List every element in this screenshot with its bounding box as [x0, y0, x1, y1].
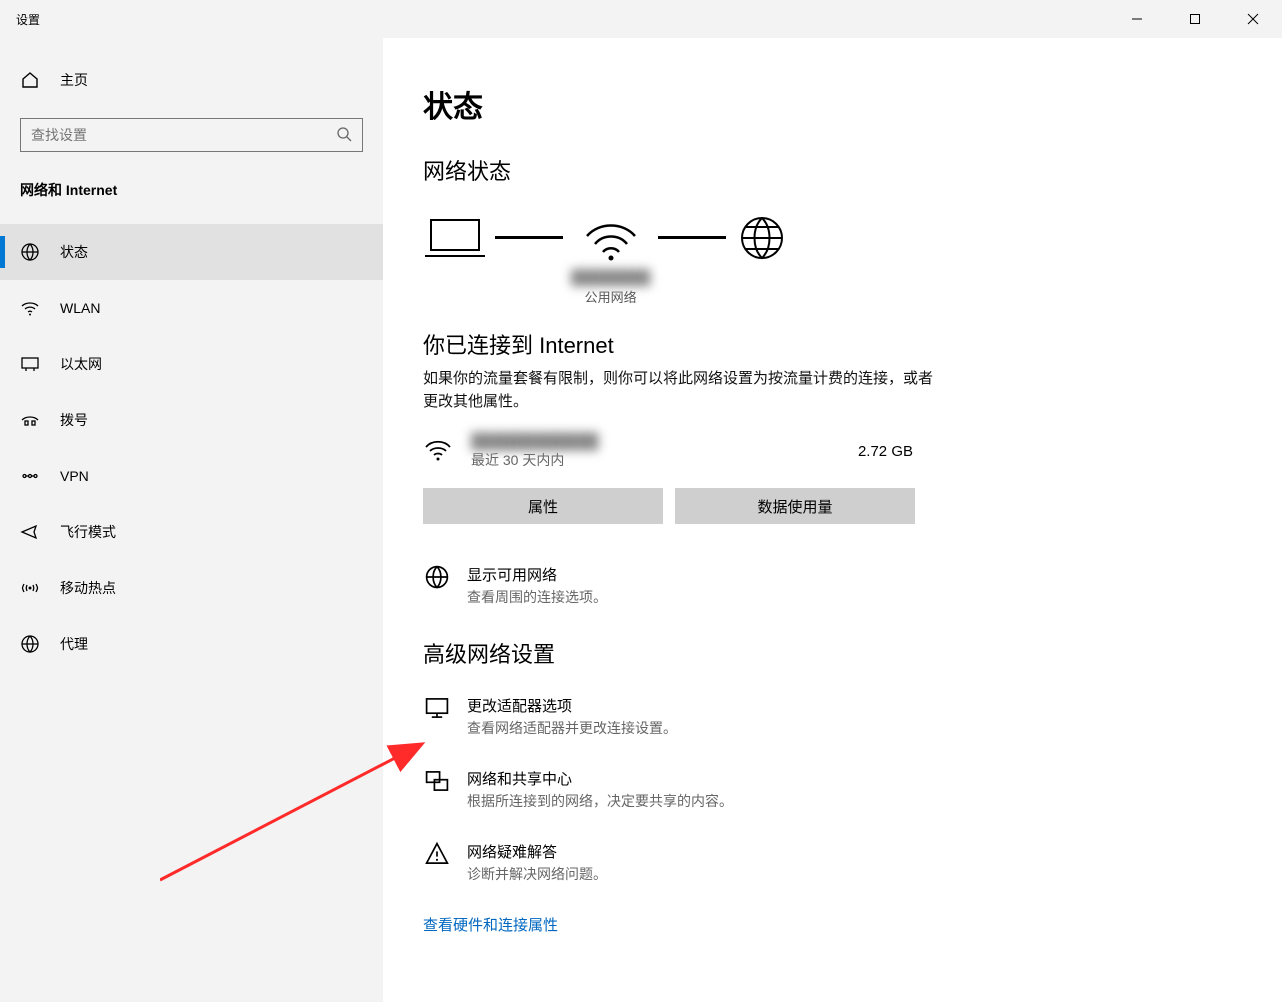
titlebar: 设置 [0, 0, 1282, 38]
sidebar-item-proxy[interactable]: 代理 [0, 616, 383, 672]
wifi-icon [20, 298, 40, 318]
sidebar-item-label: 飞行模式 [60, 522, 116, 542]
close-button[interactable] [1224, 0, 1282, 38]
sidebar-item-label: VPN [60, 468, 89, 484]
airplane-icon [20, 522, 40, 542]
link-title: 网络和共享中心 [467, 768, 733, 789]
show-networks-link[interactable]: 显示可用网络 查看周围的连接选项。 [423, 564, 1242, 607]
monitor-icon [423, 695, 451, 721]
wifi-icon [423, 435, 453, 468]
link-desc: 诊断并解决网络问题。 [467, 864, 607, 884]
usage-period: 最近 30 天内内 [471, 450, 599, 470]
sidebar: 主页 网络和 Internet 状态 WLAN [0, 38, 383, 1002]
proxy-icon [20, 634, 40, 654]
link-desc: 查看网络适配器并更改连接设置。 [467, 718, 677, 738]
troubleshoot-link[interactable]: 网络疑难解答 诊断并解决网络问题。 [423, 841, 1242, 884]
sidebar-item-hotspot[interactable]: 移动热点 [0, 560, 383, 616]
page-title: 状态 [423, 82, 1242, 126]
sidebar-item-ethernet[interactable]: 以太网 [0, 336, 383, 392]
adapter-options-link[interactable]: 更改适配器选项 查看网络适配器并更改连接设置。 [423, 695, 1242, 738]
content: 状态 网络状态 ████████ 公用网络 [383, 38, 1282, 1002]
sidebar-item-dialup[interactable]: 拨号 [0, 392, 383, 448]
window-title: 设置 [16, 11, 40, 28]
diagram-line [658, 236, 726, 239]
sidebar-item-label: WLAN [60, 300, 100, 316]
sidebar-item-airplane[interactable]: 飞行模式 [0, 504, 383, 560]
home-button[interactable]: 主页 [0, 56, 383, 104]
network-diagram: ████████ 公用网络 [423, 214, 1242, 306]
link-desc: 查看周围的连接选项。 [467, 587, 607, 607]
search-input[interactable] [31, 127, 336, 143]
sharing-center-link[interactable]: 网络和共享中心 根据所连接到的网络，决定要共享的内容。 [423, 768, 1242, 811]
link-title: 网络疑难解答 [467, 841, 607, 862]
globe-icon [20, 242, 40, 262]
dialup-icon [20, 410, 40, 430]
search-icon [336, 126, 352, 145]
sharing-icon [423, 768, 451, 794]
connection-info: ████████████ 最近 30 天内内 2.72 GB [423, 433, 923, 470]
internet-node [734, 214, 790, 262]
sidebar-item-status[interactable]: 状态 [0, 224, 383, 280]
sidebar-item-label: 移动热点 [60, 578, 116, 598]
data-used: 2.72 GB [858, 443, 913, 460]
window-controls [1108, 0, 1282, 38]
search-box[interactable] [20, 118, 363, 152]
globe-icon [423, 564, 451, 590]
minimize-button[interactable] [1108, 0, 1166, 38]
network-name-blurred: ████████ [571, 269, 650, 285]
device-node [423, 214, 487, 262]
sidebar-item-label: 拨号 [60, 410, 88, 430]
properties-button[interactable]: 属性 [423, 488, 663, 524]
globe-icon [734, 214, 790, 262]
diagram-line [495, 236, 563, 239]
data-usage-button[interactable]: 数据使用量 [675, 488, 915, 524]
sidebar-item-wlan[interactable]: WLAN [0, 280, 383, 336]
home-label: 主页 [60, 70, 88, 90]
link-title: 更改适配器选项 [467, 695, 677, 716]
hardware-link[interactable]: 查看硬件和连接属性 [423, 914, 1242, 935]
sidebar-item-label: 以太网 [60, 354, 102, 374]
vpn-icon [20, 466, 40, 486]
home-icon [20, 70, 40, 90]
connection-name-blurred: ████████████ [471, 433, 599, 450]
sidebar-item-vpn[interactable]: VPN [0, 448, 383, 504]
wifi-icon [583, 214, 639, 265]
button-row: 属性 数据使用量 [423, 488, 1242, 524]
maximize-button[interactable] [1166, 0, 1224, 38]
connected-desc: 如果你的流量套餐有限制，则你可以将此网络设置为按流量计费的连接，或者更改其他属性… [423, 368, 933, 413]
section-network-status: 网络状态 [423, 154, 1242, 186]
connected-title: 你已连接到 Internet [423, 328, 1242, 360]
advanced-heading: 高级网络设置 [423, 637, 1242, 669]
warning-icon [423, 841, 451, 867]
hotspot-icon [20, 578, 40, 598]
sidebar-category: 网络和 Internet [0, 174, 383, 224]
sidebar-item-label: 代理 [60, 634, 88, 654]
network-type: 公用网络 [585, 287, 637, 306]
link-title: 显示可用网络 [467, 564, 607, 585]
router-node: ████████ 公用网络 [571, 214, 650, 306]
sidebar-item-label: 状态 [60, 242, 88, 262]
ethernet-icon [20, 354, 40, 374]
link-desc: 根据所连接到的网络，决定要共享的内容。 [467, 791, 733, 811]
laptop-icon [423, 214, 487, 262]
